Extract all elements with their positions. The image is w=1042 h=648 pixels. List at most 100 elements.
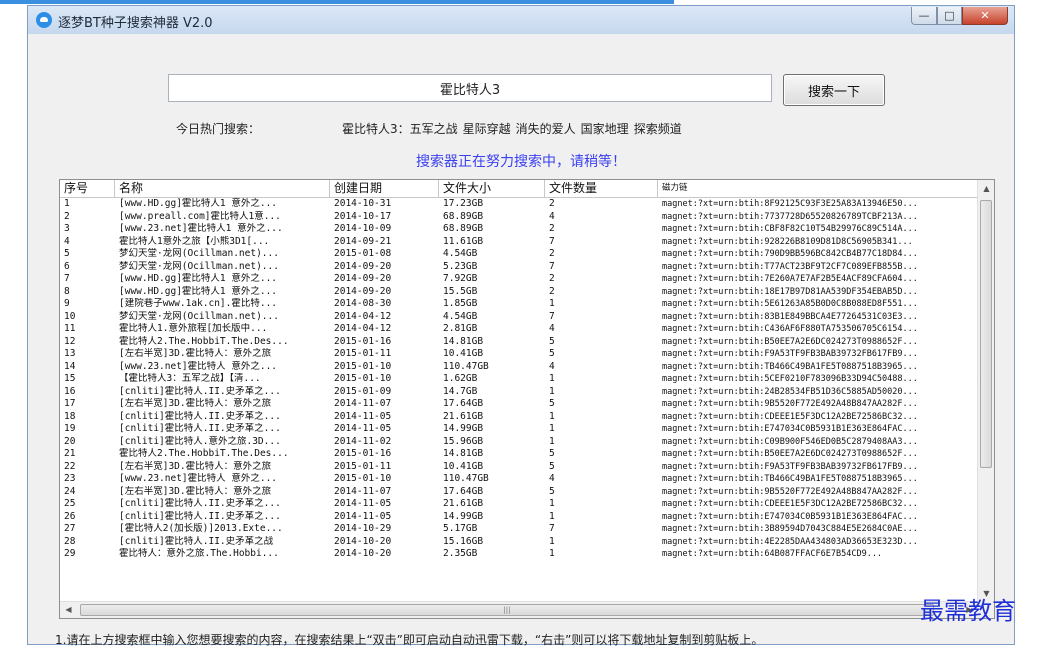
cell-size: 2.81GB — [443, 323, 478, 334]
cell-name: [建院巷子www.1ak.cn].霍比特... — [119, 298, 278, 309]
table-row[interactable]: 2 [www.preall.com]霍比特人1意... 2014-10-17 68.8… — [60, 211, 978, 224]
table-row[interactable]: 24 [左右半宽]3D.霍比特人：意外之旅 2014-11-07 17.64GB 5 ma… — [60, 486, 978, 499]
scroll-up-icon[interactable]: ▲ — [978, 180, 994, 197]
cell-magnet: magnet:?xt=urn:btih:CDEEE1E5F3DC12A2BE72… — [662, 499, 918, 509]
cell-count: 1 — [549, 498, 555, 509]
table-row[interactable]: 14 [www.23.net]霍比特人 意外之... 2015-01-10 110.4… — [60, 361, 978, 374]
table-row[interactable]: 1 [www.HD.gg]霍比特人1 意外之... 2014-10-31 17.23G… — [60, 198, 978, 211]
table-row[interactable]: 26 [cnliti]霍比特人.II.史矛革之... 2014-11-05 14.99… — [60, 511, 978, 524]
cell-date: 2014-10-09 — [334, 223, 392, 234]
cell-index: 5 — [64, 248, 70, 259]
usage-hint: 1.请在上方搜索框中输入您想要搜索的内容，在搜索结果上“双击”即可启动自动迅雷下… — [55, 633, 764, 647]
table-row[interactable]: 4 霍比特人1意外之旅【小熊3D1[... 2014-09-21 11.61GB 7 ma… — [60, 236, 978, 249]
cell-date: 2015-01-10 — [334, 360, 392, 372]
search-input[interactable] — [168, 74, 772, 102]
cell-size: 2.35GB — [443, 548, 478, 559]
hot-search-list: 霍比特人3：五军之战 星际穿越 消失的爱人 国家地理 探索频道 — [342, 120, 682, 137]
cell-index: 6 — [64, 260, 70, 272]
table-row[interactable]: 6 梦幻天堂·龙网(Ocillman.net)... 2014-09-20 5.23G… — [60, 261, 978, 274]
cell-name: [cnliti]霍比特人.II.史矛革之战 — [119, 535, 274, 547]
cell-magnet: magnet:?xt=urn:btih:64B087FFACF6E7B54CD9… — [662, 549, 883, 559]
hot-search-item[interactable]: 国家地理 — [581, 120, 629, 137]
cell-size: 14.81GB — [443, 335, 484, 347]
table-row[interactable]: 16 [cnliti]霍比特人.II.史矛革之... 2015-01-09 14.7G… — [60, 386, 978, 399]
table-row[interactable]: 17 [左右半宽]3D.霍比特人：意外之旅 2014-11-07 17.64GB 5 ma… — [60, 398, 978, 411]
cell-name: [左右半宽]3D.霍比特人：意外之旅 — [119, 398, 272, 409]
column-header-date[interactable]: 创建日期 — [330, 180, 439, 197]
cell-index: 15 — [64, 373, 76, 384]
vertical-scrollbar[interactable]: ▲ ▼ — [977, 180, 994, 602]
table-row[interactable]: 27 [霍比特人2(加长版)]2013.Exte... 2014-10-29 5.17… — [60, 523, 978, 536]
column-header-count[interactable]: 文件数量 — [545, 180, 658, 197]
cell-count: 7 — [549, 310, 555, 322]
cell-index: 28 — [64, 535, 76, 547]
cell-date: 2014-10-17 — [334, 210, 392, 222]
cell-size: 21.61GB — [443, 498, 484, 509]
table-row[interactable]: 15 【霍比特人3：五军之战】【清... 2015-01-10 1.62GB 1 magn… — [60, 373, 978, 386]
cell-magnet: magnet:?xt=urn:btih:C09B900F546ED0B5C287… — [662, 436, 918, 447]
cell-date: 2014-10-20 — [334, 535, 392, 547]
table-row[interactable]: 21 霍比特人2.The.HobbiT.The.Des... 2015-01-16 1… — [60, 448, 978, 461]
table-row[interactable]: 11 霍比特人1.意外旅程[加长版中... 2014-04-12 2.81GB 4 mag… — [60, 323, 978, 336]
table-row[interactable]: 5 梦幻天堂·龙网(Ocillman.net)... 2015-01-08 4.54G… — [60, 248, 978, 261]
horizontal-scrollbar[interactable]: ◀ ||| ▶ — [60, 601, 978, 618]
hot-search-item[interactable]: 消失的爱人 — [516, 120, 576, 137]
title-bar[interactable]: 逐梦BT种子搜索神器 V2.0 — □ ✕ — [28, 6, 1014, 34]
cell-date: 2014-10-20 — [334, 548, 392, 559]
horizontal-scroll-thumb[interactable]: ||| — [80, 604, 934, 616]
cell-name: [cnliti]霍比特人.II.史矛革之... — [119, 510, 281, 522]
app-window: 逐梦BT种子搜索神器 V2.0 — □ ✕ 搜索一下 今日热门搜索： 霍比特人3… — [27, 5, 1015, 647]
table-row[interactable]: 7 [www.HD.gg]霍比特人1 意外之... 2014-09-20 7.92GB… — [60, 273, 978, 286]
cell-magnet: magnet:?xt=urn:btih:83B1E849BBCA4E772645… — [662, 311, 918, 322]
table-row[interactable]: 9 [建院巷子www.1ak.cn].霍比特... 2014-08-30 1.85GB… — [60, 298, 978, 311]
vertical-scroll-thumb[interactable] — [980, 200, 992, 468]
hot-search-item[interactable]: 霍比特人3：五军之战 — [342, 120, 458, 137]
table-row[interactable]: 18 [cnliti]霍比特人.II.史矛革之... 2014-11-05 21.61… — [60, 411, 978, 424]
column-header-magnet[interactable]: 磁力链 — [658, 180, 978, 197]
hot-search-item[interactable]: 探索频道 — [634, 120, 682, 137]
maximize-button[interactable]: □ — [937, 7, 962, 25]
scroll-left-icon[interactable]: ◀ — [60, 602, 77, 618]
table-row[interactable]: 3 [www.23.net]霍比特人1 意外之... 2014-10-09 68.89… — [60, 223, 978, 236]
table-row[interactable]: 28 [cnliti]霍比特人.II.史矛革之战 2014-10-20 15.16GB… — [60, 536, 978, 549]
column-header-size[interactable]: 文件大小 — [439, 180, 545, 197]
table-row[interactable]: 8 [www.HD.gg]霍比特人1 意外之... 2014-09-20 15.5GB… — [60, 286, 978, 299]
cell-count: 1 — [549, 510, 555, 522]
table-row[interactable]: 12 霍比特人2.The.HobbiT.The.Des... 2015-01-16 1… — [60, 336, 978, 349]
hot-search-item[interactable]: 星际穿越 — [463, 120, 511, 137]
cell-date: 2014-04-12 — [334, 323, 392, 334]
cell-size: 15.16GB — [443, 535, 484, 547]
cell-size: 17.23GB — [443, 198, 484, 209]
table-row[interactable]: 29 霍比特人：意外之旅.The.Hobbi... 2014-10-20 2.35GB… — [60, 548, 978, 561]
table-row[interactable]: 20 [cnliti]霍比特人.意外之旅.3D... 2014-11-02 15.96… — [60, 436, 978, 449]
column-header-name[interactable]: 名称 — [115, 180, 330, 197]
cell-index: 9 — [64, 298, 70, 309]
cell-index: 22 — [64, 460, 76, 472]
table-row[interactable]: 19 [cnliti]霍比特人.II.史矛革之... 2014-11-05 14.99… — [60, 423, 978, 436]
cell-name: [霍比特人2(加长版)]2013.Exte... — [119, 523, 283, 534]
cell-name: 霍比特人：意外之旅.The.Hobbi... — [119, 548, 279, 559]
column-header-index[interactable]: 序号 — [60, 180, 115, 197]
table-row[interactable]: 22 [左右半宽]3D.霍比特人：意外之旅 2015-01-11 10.41GB 5 ma… — [60, 461, 978, 474]
search-button[interactable]: 搜索一下 — [783, 74, 885, 106]
cell-name: 霍比特人2.The.HobbiT.The.Des... — [119, 335, 289, 347]
cell-index: 29 — [64, 548, 76, 559]
cell-size: 17.64GB — [443, 398, 484, 409]
cell-count: 7 — [549, 235, 555, 247]
close-button[interactable]: ✕ — [962, 7, 1008, 25]
cell-name: [cnliti]霍比特人.意外之旅.3D... — [119, 435, 281, 447]
table-row[interactable]: 25 [cnliti]霍比特人.II.史矛革之... 2014-11-05 21.61… — [60, 498, 978, 511]
cell-magnet: magnet:?xt=urn:btih:9B5520F772E492A48B84… — [662, 486, 918, 497]
cell-count: 1 — [549, 373, 555, 384]
cell-name: [左右半宽]3D.霍比特人：意外之旅 — [119, 485, 272, 497]
cell-date: 2014-11-02 — [334, 435, 392, 447]
table-row[interactable]: 13 [左右半宽]3D.霍比特人：意外之旅 2015-01-11 10.41GB 5 ma… — [60, 348, 978, 361]
cell-size: 5.17GB — [443, 523, 478, 534]
cell-index: 14 — [64, 360, 76, 372]
table-row[interactable]: 10 梦幻天堂·龙网(Ocillman.net)... 2014-04-12 4.54… — [60, 311, 978, 324]
cell-magnet: magnet:?xt=urn:btih:4E2285DAA434803AD366… — [662, 536, 918, 547]
cell-date: 2014-11-05 — [334, 423, 392, 434]
minimize-button[interactable]: — — [911, 7, 937, 25]
cell-size: 110.47GB — [443, 360, 489, 372]
table-row[interactable]: 23 [www.23.net]霍比特人 意外之... 2015-01-10 110.4… — [60, 473, 978, 486]
